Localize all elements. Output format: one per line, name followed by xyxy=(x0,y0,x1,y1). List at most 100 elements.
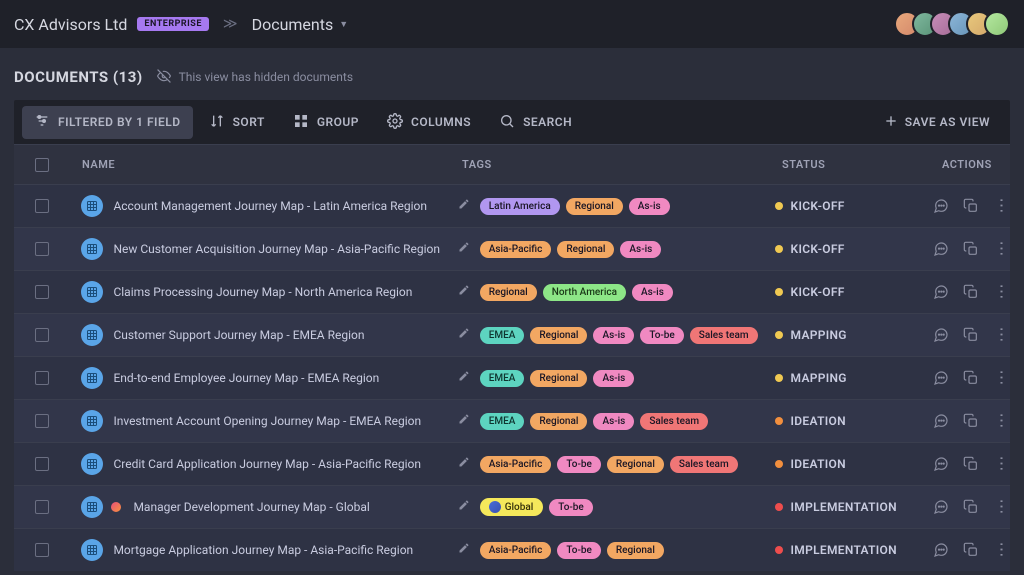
edit-tags-icon[interactable] xyxy=(458,542,470,558)
tag[interactable]: As-is xyxy=(629,198,670,215)
document-name[interactable]: Manager Development Journey Map - Global xyxy=(133,500,369,514)
document-name[interactable]: Credit Card Application Journey Map - As… xyxy=(113,457,421,471)
document-name[interactable]: Customer Support Journey Map - EMEA Regi… xyxy=(113,328,364,342)
table-row[interactable]: Mortgage Application Journey Map - Asia-… xyxy=(14,528,1010,571)
edit-tags-icon[interactable] xyxy=(458,456,470,472)
tag[interactable]: EMEA xyxy=(480,370,525,387)
more-actions-button[interactable]: ⋯ xyxy=(994,241,1010,258)
select-all-checkbox[interactable] xyxy=(35,158,49,172)
document-name[interactable]: Claims Processing Journey Map - North Am… xyxy=(113,285,412,299)
table-row[interactable]: Investment Account Opening Journey Map -… xyxy=(14,399,1010,442)
edit-tags-icon[interactable] xyxy=(458,327,470,343)
status-cell[interactable]: IMPLEMENTATION xyxy=(775,500,925,514)
comments-button[interactable] xyxy=(933,284,949,300)
user-avatars[interactable] xyxy=(902,11,1010,37)
avatar[interactable] xyxy=(984,11,1010,37)
column-header-tags[interactable]: TAGS xyxy=(454,158,774,171)
crumb-documents[interactable]: Documents ▼ xyxy=(252,15,349,34)
document-name[interactable]: New Customer Acquisition Journey Map - A… xyxy=(113,242,440,256)
more-actions-button[interactable]: ⋯ xyxy=(994,499,1010,516)
tag[interactable]: Regional xyxy=(566,198,623,215)
tag[interactable]: Sales team xyxy=(640,413,708,430)
tag[interactable]: As-is xyxy=(632,284,673,301)
tag[interactable]: Regional xyxy=(530,370,587,387)
edit-tags-icon[interactable] xyxy=(458,284,470,300)
status-cell[interactable]: MAPPING xyxy=(775,328,925,342)
copy-button[interactable] xyxy=(963,198,979,214)
comments-button[interactable] xyxy=(933,499,949,515)
tag[interactable]: Sales team xyxy=(670,456,738,473)
more-actions-button[interactable]: ⋯ xyxy=(994,413,1010,430)
row-checkbox[interactable] xyxy=(35,371,49,385)
status-cell[interactable]: IDEATION xyxy=(775,414,925,428)
table-row[interactable]: Customer Support Journey Map - EMEA Regi… xyxy=(14,313,1010,356)
copy-button[interactable] xyxy=(963,370,979,386)
org-name[interactable]: CX Advisors Ltd xyxy=(14,15,127,34)
tag[interactable]: Sales team xyxy=(690,327,758,344)
comments-button[interactable] xyxy=(933,198,949,214)
copy-button[interactable] xyxy=(963,413,979,429)
filter-button[interactable]: FILTERED BY 1 FIELD xyxy=(22,106,193,139)
hidden-documents-notice[interactable]: This view has hidden documents xyxy=(157,69,353,86)
tag[interactable]: Asia-Pacific xyxy=(480,542,552,559)
status-cell[interactable]: KICK-OFF xyxy=(775,285,925,299)
edit-tags-icon[interactable] xyxy=(458,241,470,257)
tag[interactable]: Regional xyxy=(607,542,664,559)
comments-button[interactable] xyxy=(933,413,949,429)
status-cell[interactable]: MAPPING xyxy=(775,371,925,385)
more-actions-button[interactable]: ⋯ xyxy=(994,198,1010,215)
table-row[interactable]: Credit Card Application Journey Map - As… xyxy=(14,442,1010,485)
copy-button[interactable] xyxy=(963,456,979,472)
status-cell[interactable]: KICK-OFF xyxy=(775,199,925,213)
table-row[interactable]: Manager Development Journey Map - Global… xyxy=(14,485,1010,528)
tag[interactable]: Global xyxy=(480,498,544,516)
document-name[interactable]: End-to-end Employee Journey Map - EMEA R… xyxy=(113,371,379,385)
copy-button[interactable] xyxy=(963,499,979,515)
save-view-button[interactable]: SAVE AS VIEW xyxy=(871,106,1002,139)
sort-button[interactable]: SORT xyxy=(197,106,277,139)
document-name[interactable]: Account Management Journey Map - Latin A… xyxy=(113,199,427,213)
comments-button[interactable] xyxy=(933,542,949,558)
status-cell[interactable]: IDEATION xyxy=(775,457,925,471)
table-row[interactable]: Claims Processing Journey Map - North Am… xyxy=(14,270,1010,313)
tag[interactable]: As-is xyxy=(593,370,634,387)
tag[interactable]: Regional xyxy=(557,241,614,258)
tag[interactable]: Asia-Pacific xyxy=(480,241,552,258)
row-checkbox[interactable] xyxy=(35,500,49,514)
status-cell[interactable]: KICK-OFF xyxy=(775,242,925,256)
more-actions-button[interactable]: ⋯ xyxy=(994,370,1010,387)
group-button[interactable]: GROUP xyxy=(281,106,371,139)
row-checkbox[interactable] xyxy=(35,285,49,299)
comments-button[interactable] xyxy=(933,370,949,386)
tag[interactable]: To-be xyxy=(640,327,683,344)
tag[interactable]: To-be xyxy=(557,456,600,473)
more-actions-button[interactable]: ⋯ xyxy=(994,327,1010,344)
row-checkbox[interactable] xyxy=(35,414,49,428)
tag[interactable]: To-be xyxy=(549,499,592,516)
table-row[interactable]: New Customer Acquisition Journey Map - A… xyxy=(14,227,1010,270)
tag[interactable]: Regional xyxy=(530,413,587,430)
copy-button[interactable] xyxy=(963,327,979,343)
tag[interactable]: As-is xyxy=(593,327,634,344)
more-actions-button[interactable]: ⋯ xyxy=(994,456,1010,473)
comments-button[interactable] xyxy=(933,241,949,257)
tag[interactable]: As-is xyxy=(620,241,661,258)
copy-button[interactable] xyxy=(963,241,979,257)
tag[interactable]: To-be xyxy=(557,542,600,559)
document-name[interactable]: Investment Account Opening Journey Map -… xyxy=(113,414,421,428)
tag[interactable]: Latin America xyxy=(480,198,560,215)
copy-button[interactable] xyxy=(963,284,979,300)
search-button[interactable]: SEARCH xyxy=(487,106,584,139)
more-actions-button[interactable]: ⋯ xyxy=(994,284,1010,301)
column-header-name[interactable]: NAME xyxy=(70,158,454,171)
more-actions-button[interactable]: ⋯ xyxy=(994,542,1010,559)
comments-button[interactable] xyxy=(933,456,949,472)
tag[interactable]: Regional xyxy=(530,327,587,344)
tag[interactable]: Asia-Pacific xyxy=(480,456,552,473)
edit-tags-icon[interactable] xyxy=(458,499,470,515)
columns-button[interactable]: COLUMNS xyxy=(375,106,483,139)
edit-tags-icon[interactable] xyxy=(458,198,470,214)
tag[interactable]: As-is xyxy=(593,413,634,430)
tag[interactable]: Regional xyxy=(480,284,537,301)
tag[interactable]: EMEA xyxy=(480,413,525,430)
